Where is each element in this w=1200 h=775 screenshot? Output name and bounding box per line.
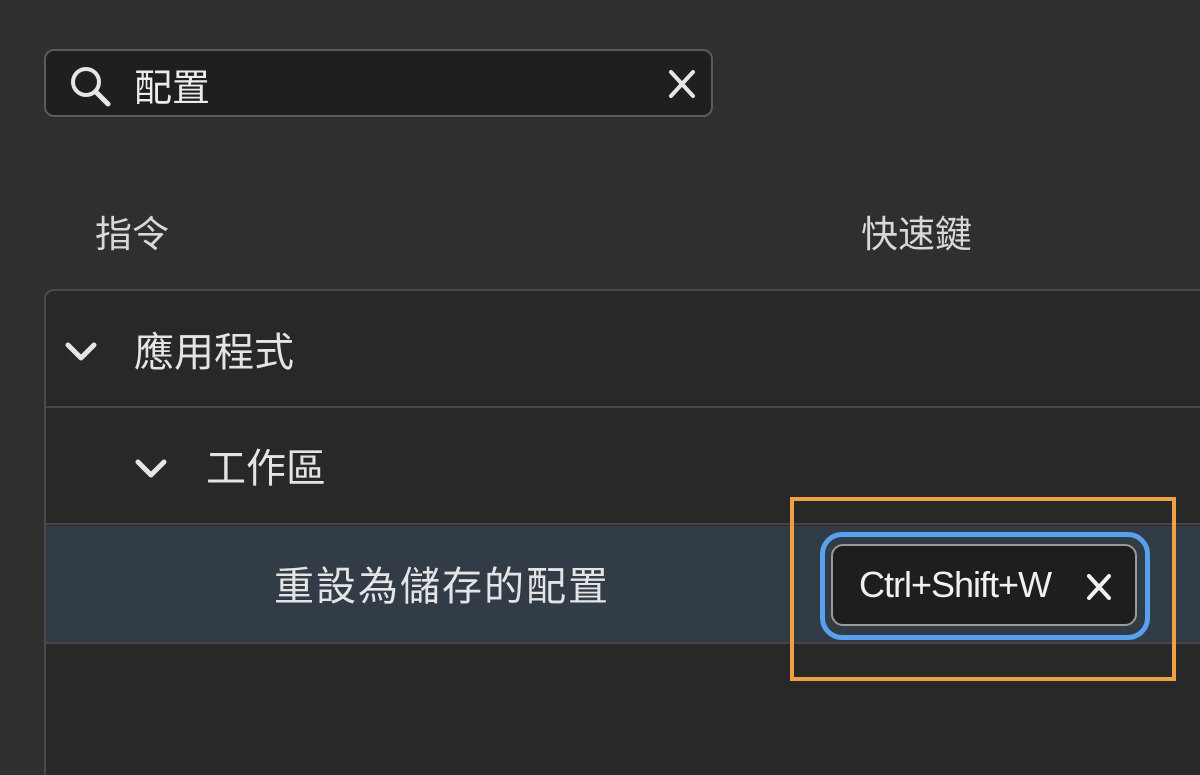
search-icon: [71, 67, 111, 107]
search-box[interactable]: [44, 49, 713, 117]
tree-subgroup-label: 工作區: [206, 446, 326, 492]
keyboard-shortcuts-panel: 指令 快速鍵 應用程式 工作區 重設為儲存的配置 Ctrl+Shift+W: [0, 0, 1200, 775]
tree-group-application[interactable]: 應用程式: [46, 291, 1200, 408]
chevron-down-icon[interactable]: [64, 341, 98, 363]
chevron-down-icon[interactable]: [134, 458, 168, 480]
command-label: 重設為儲存的配置: [274, 564, 610, 610]
highlight-annotation-box: [790, 497, 1176, 681]
tree-group-label: 應用程式: [134, 330, 294, 376]
close-icon[interactable]: [666, 67, 698, 101]
search-input[interactable]: [134, 59, 634, 109]
column-header-shortcut: 快速鍵: [861, 213, 972, 256]
column-header-command: 指令: [95, 213, 169, 256]
